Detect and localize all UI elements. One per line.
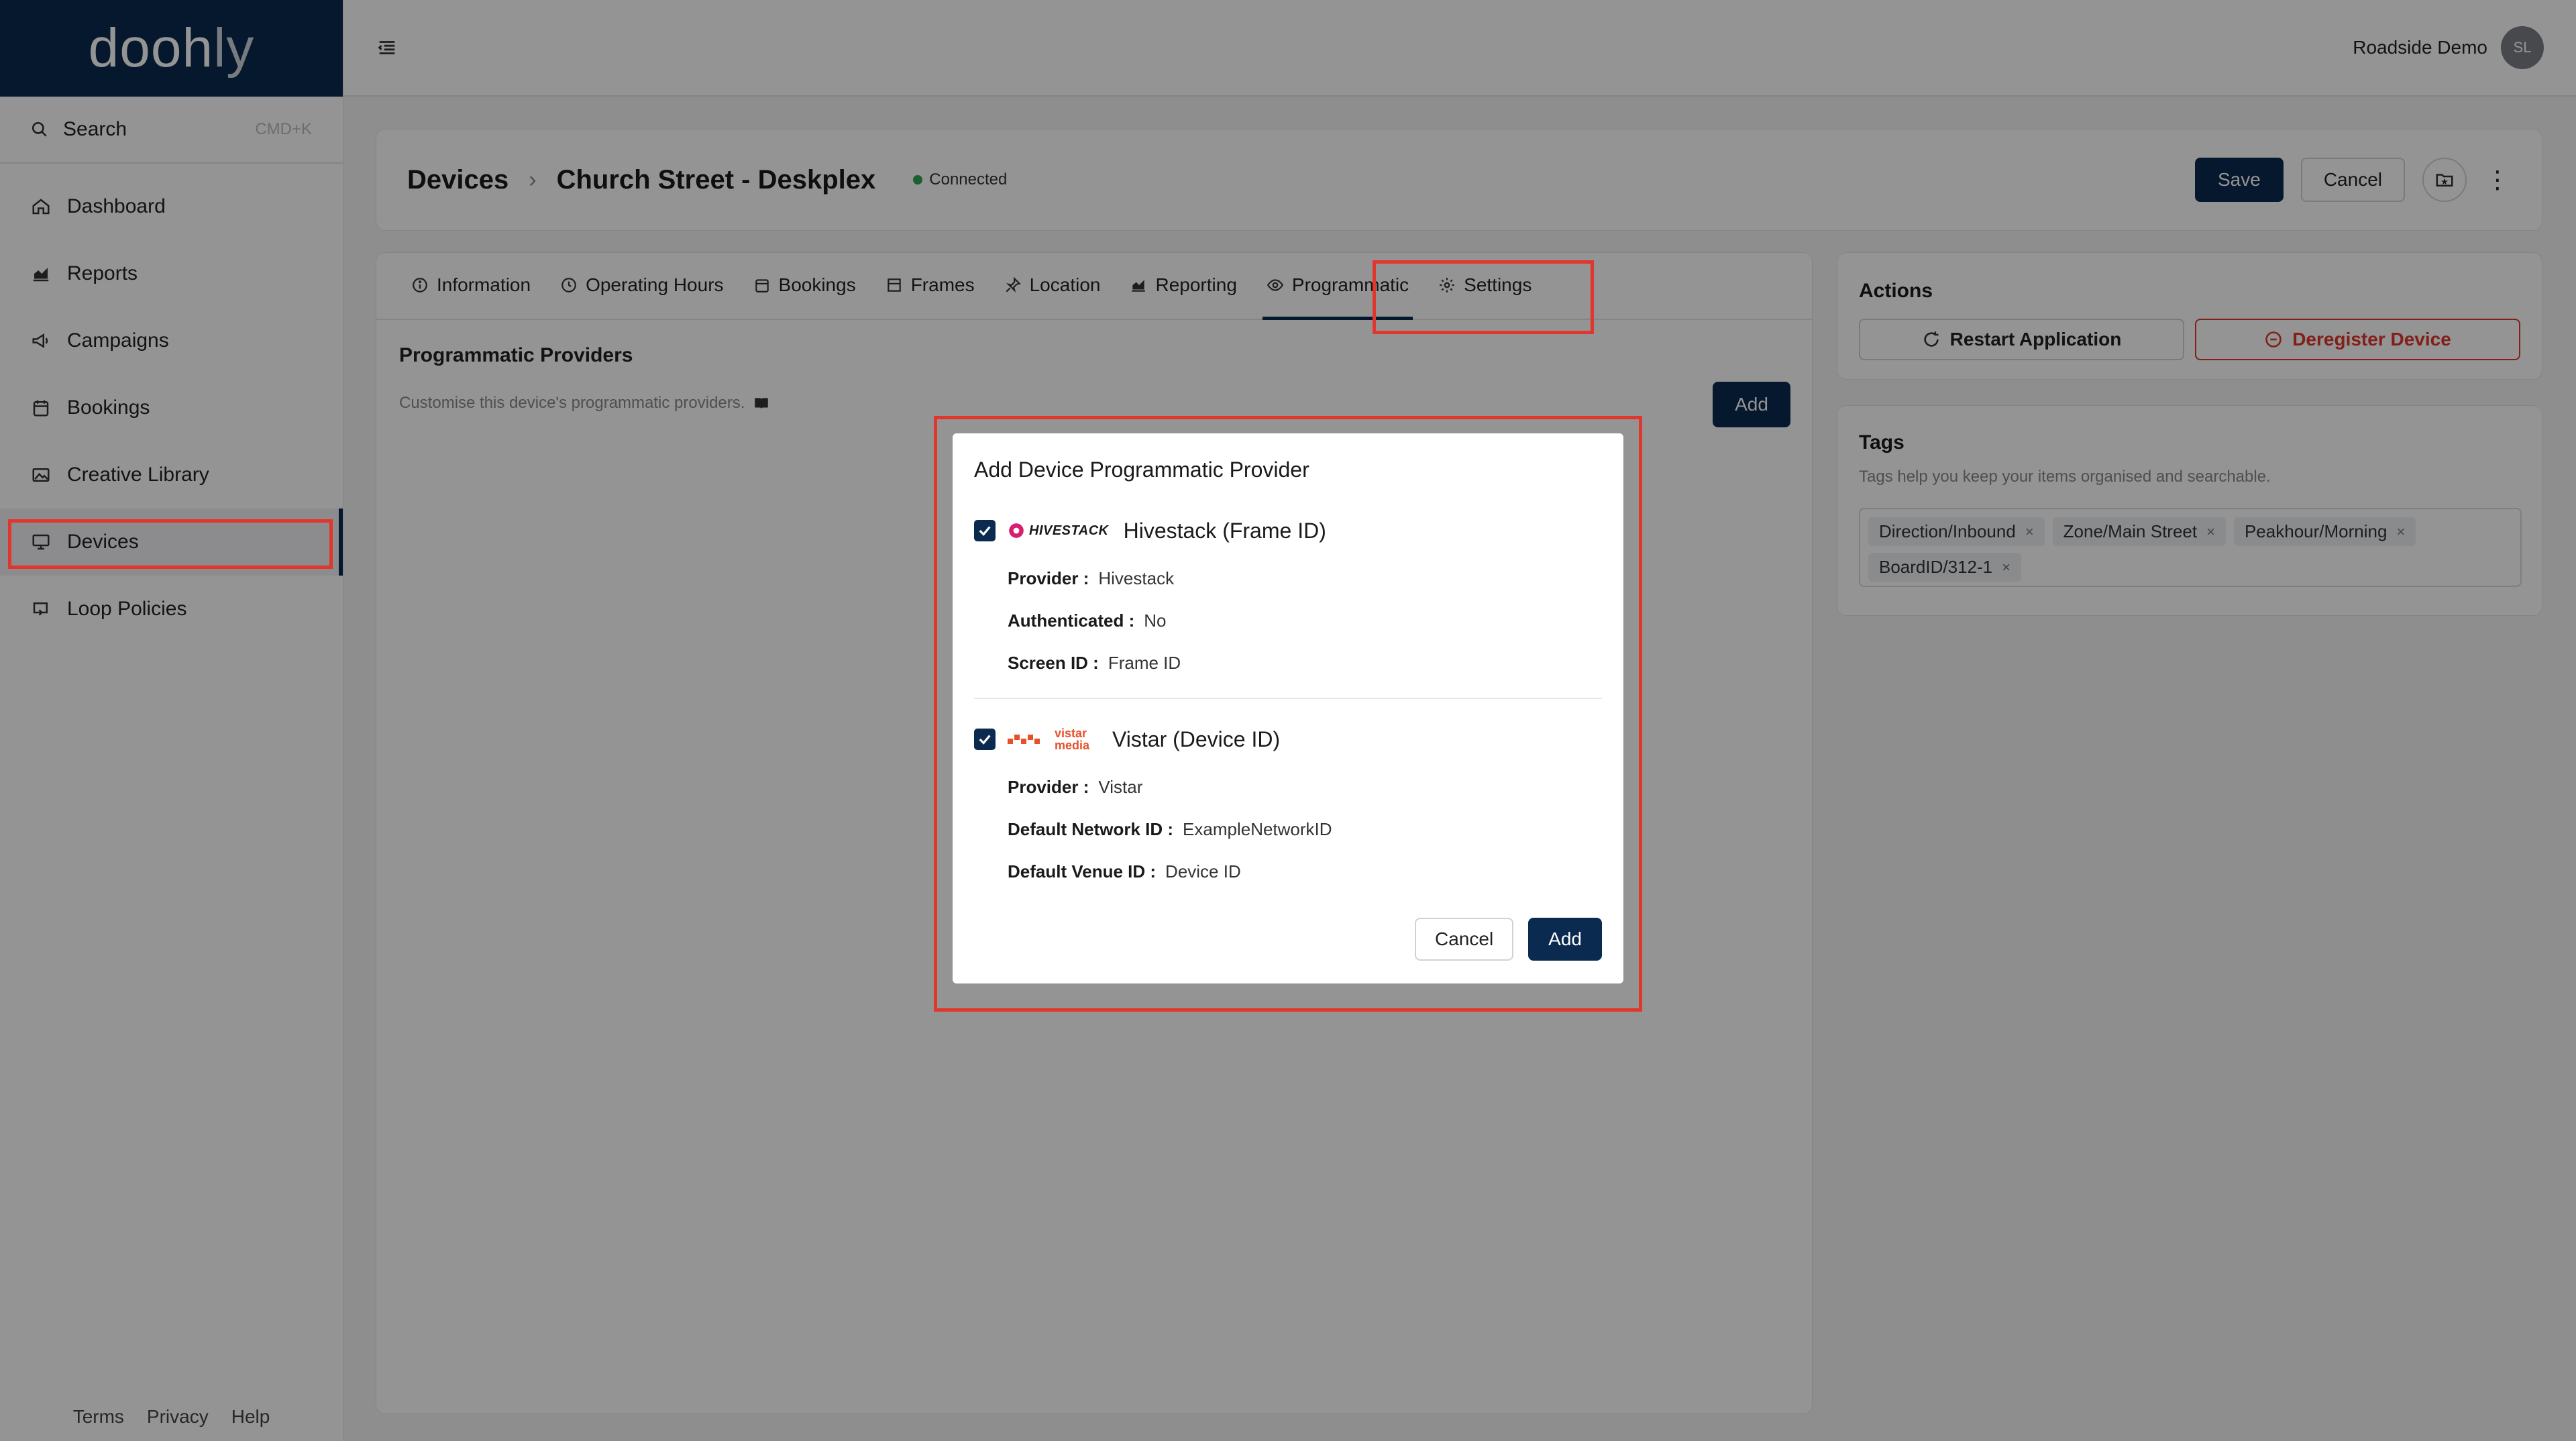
checkmark-icon xyxy=(979,735,991,745)
field-label: Provider : xyxy=(1008,777,1089,797)
provider-field: Provider : Hivestack xyxy=(1008,568,1602,589)
field-label: Authenticated : xyxy=(1008,610,1135,631)
provider-field: Provider : Vistar xyxy=(1008,777,1602,798)
vistar-logo-icon xyxy=(1008,735,1040,744)
modal-add-button[interactable]: Add xyxy=(1528,918,1602,961)
provider-field: Authenticated : No xyxy=(1008,610,1602,631)
provider-name: Vistar (Device ID) xyxy=(1112,727,1281,751)
add-provider-modal: Add Device Programmatic Provider HIVESTA… xyxy=(953,433,1623,983)
vistar-logo: vistar media xyxy=(1008,727,1097,751)
field-value: ExampleNetworkID xyxy=(1183,819,1332,839)
provider-field: Default Venue ID : Device ID xyxy=(1008,861,1602,882)
provider-vistar: vistar media Vistar (Device ID) Provider… xyxy=(974,723,1602,882)
modal-cancel-button[interactable]: Cancel xyxy=(1415,918,1514,961)
field-value: Vistar xyxy=(1098,777,1143,797)
vistar-logo-text: vistar media xyxy=(1055,727,1090,752)
provider-name: Hivestack (Frame ID) xyxy=(1123,518,1326,543)
modal-title: Add Device Programmatic Provider xyxy=(974,458,1309,482)
hivestack-logo-text: HIVESTACK xyxy=(1029,523,1109,538)
hivestack-logo: HIVESTACK xyxy=(1008,522,1109,539)
field-value: Hivestack xyxy=(1098,568,1175,588)
checkmark-icon xyxy=(979,526,991,536)
provider-field: Default Network ID : ExampleNetworkID xyxy=(1008,819,1602,840)
hivestack-checkbox[interactable] xyxy=(974,520,996,541)
vistar-checkbox[interactable] xyxy=(974,729,996,750)
field-label: Default Venue ID : xyxy=(1008,861,1157,882)
field-label: Default Network ID : xyxy=(1008,819,1174,839)
provider-hivestack: HIVESTACK Hivestack (Frame ID) Provider … xyxy=(974,515,1602,674)
field-value: Frame ID xyxy=(1108,653,1181,673)
field-label: Screen ID : xyxy=(1008,653,1099,673)
hivestack-logo-icon xyxy=(1009,523,1024,538)
provider-header: HIVESTACK Hivestack (Frame ID) xyxy=(1008,515,1602,547)
field-value: No xyxy=(1144,610,1167,631)
divider xyxy=(974,698,1602,699)
provider-field: Screen ID : Frame ID xyxy=(1008,653,1602,674)
field-value: Device ID xyxy=(1165,861,1241,882)
provider-header: vistar media Vistar (Device ID) xyxy=(1008,723,1602,755)
field-label: Provider : xyxy=(1008,568,1089,588)
modal-footer: Cancel Add xyxy=(1415,918,1602,961)
